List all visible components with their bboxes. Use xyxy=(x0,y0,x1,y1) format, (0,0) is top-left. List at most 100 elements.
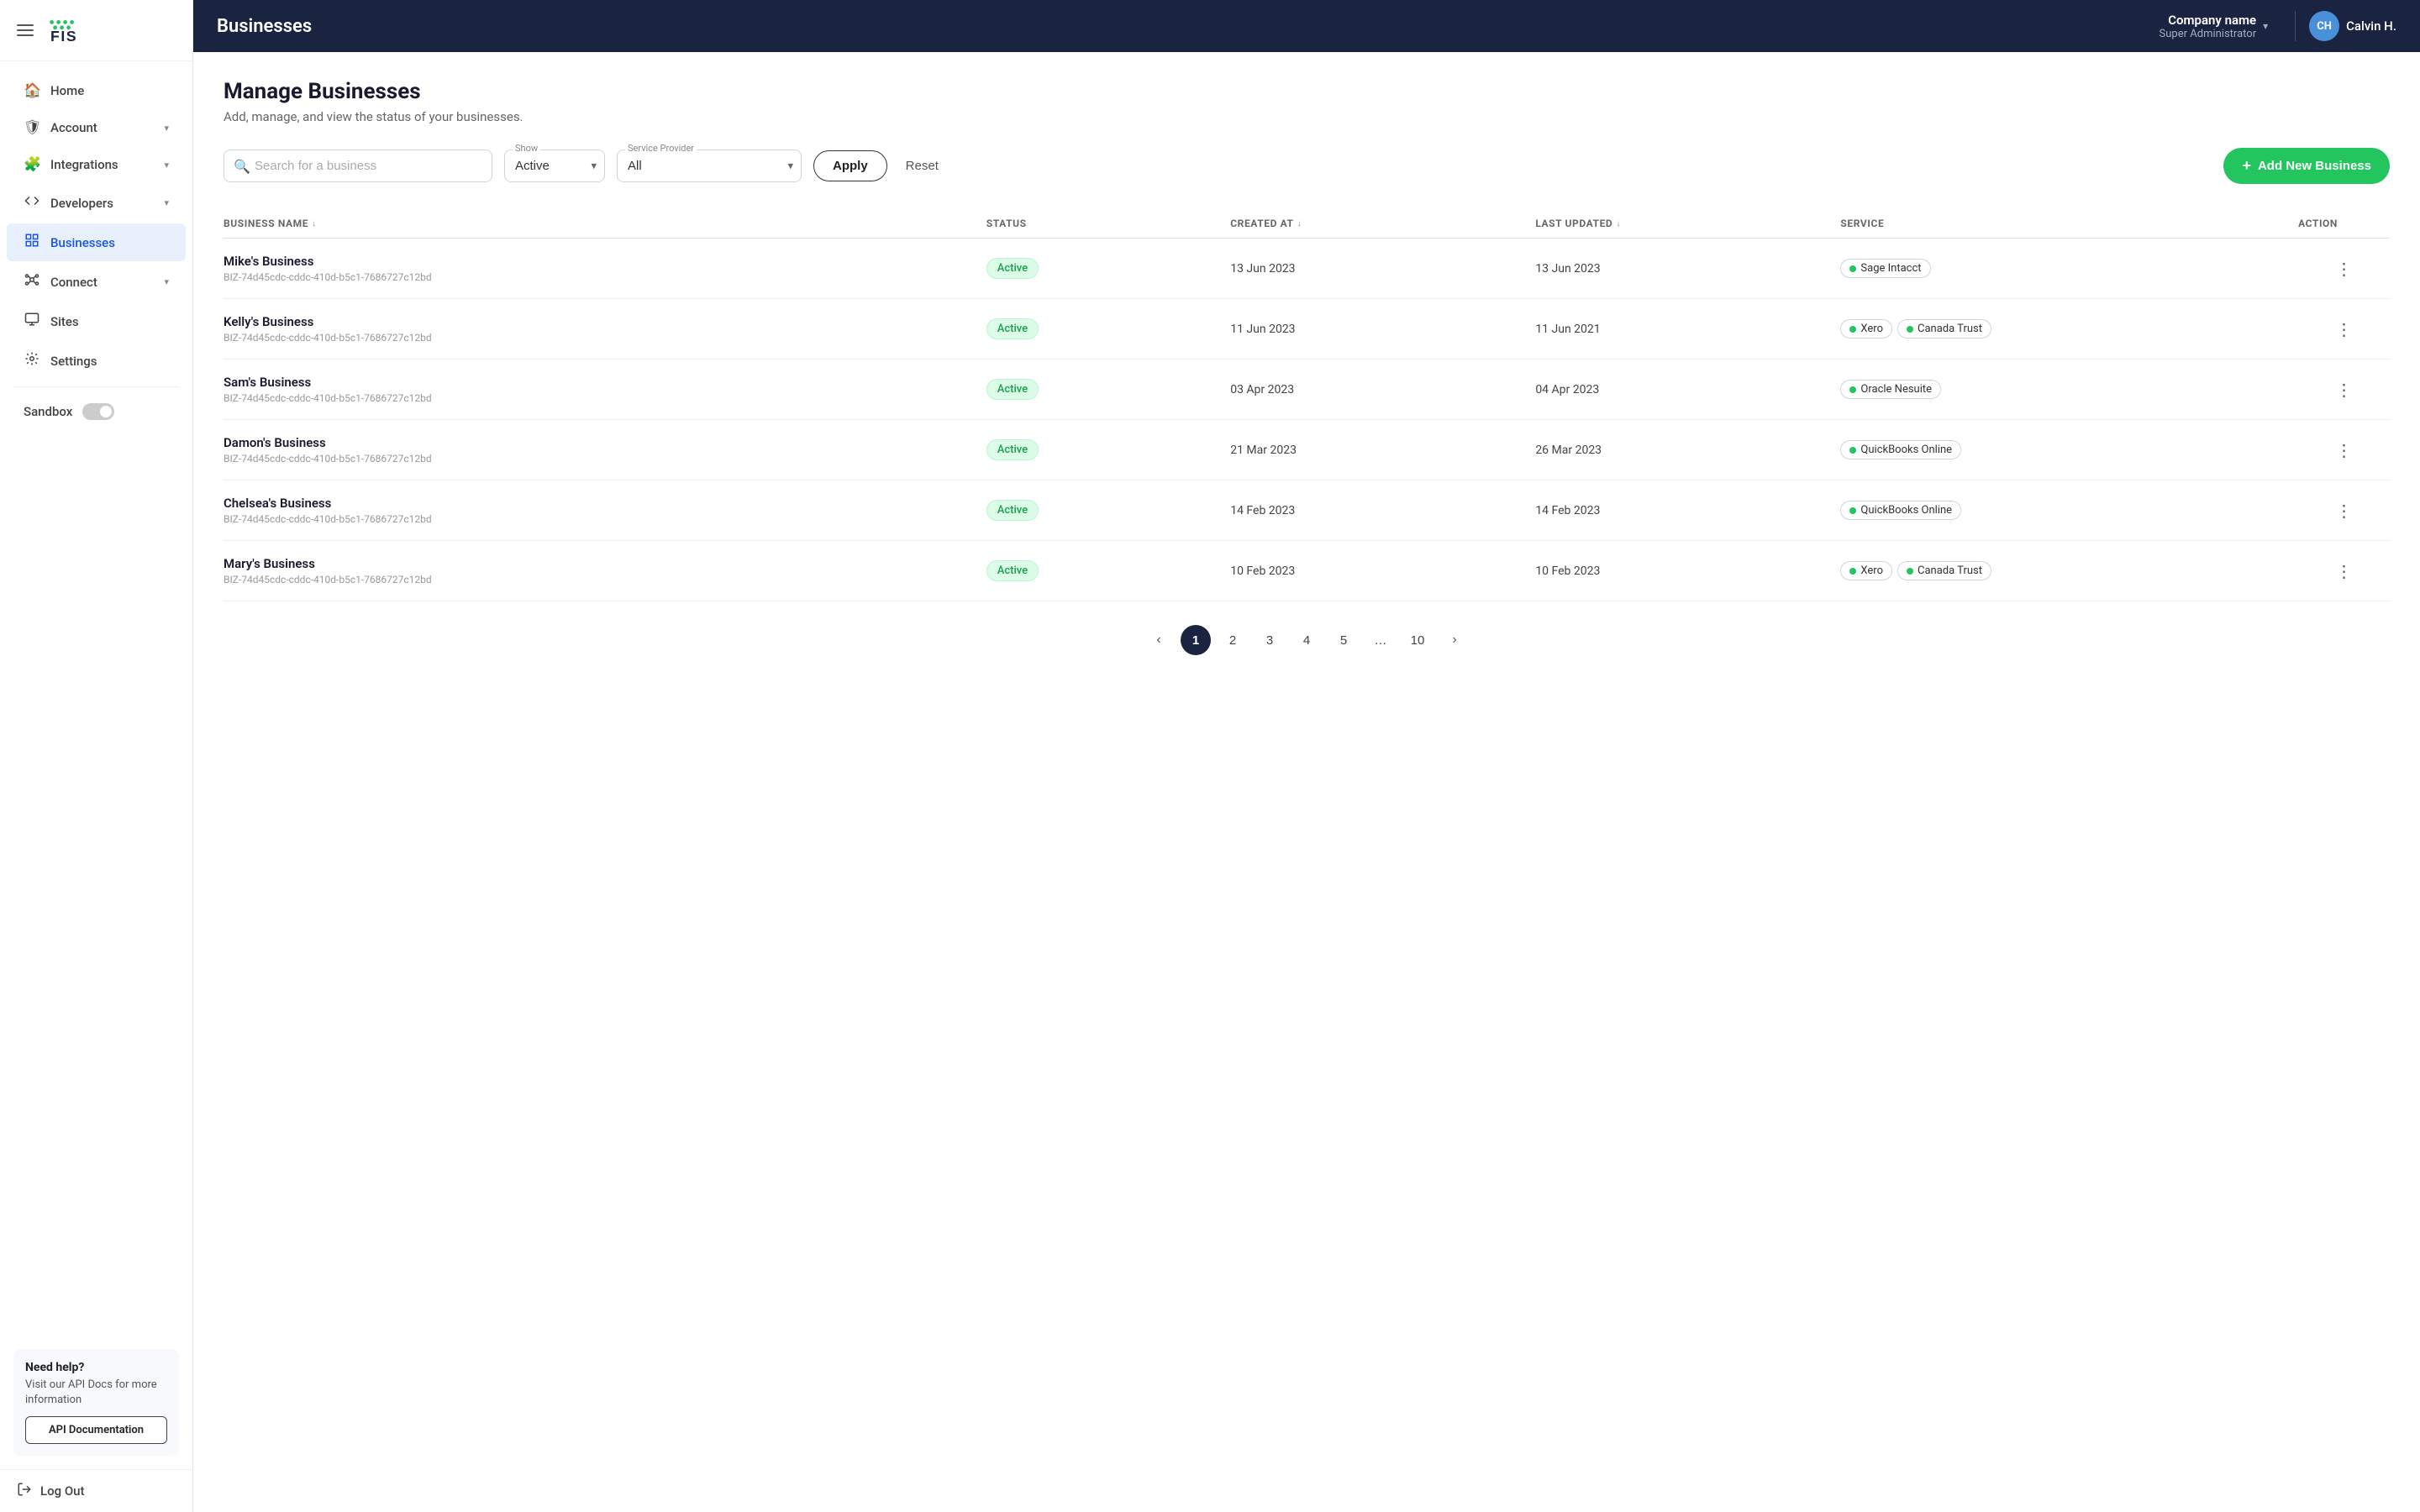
page-title: Manage Businesses xyxy=(224,79,2390,104)
sidebar-item-label: Home xyxy=(50,83,169,98)
shield-icon: 🛡 xyxy=(24,119,40,136)
action-menu-button[interactable]: ⋮ xyxy=(2298,440,2390,460)
biz-id: BIZ-74d45cdc-cddc-410d-b5c1-7686727c12bd xyxy=(224,513,986,525)
page-button-2[interactable]: 2 xyxy=(1218,625,1248,655)
main-area: Businesses Company name Super Administra… xyxy=(193,0,2420,1512)
company-info: Company name Super Administrator xyxy=(2160,13,2257,40)
page-button-1[interactable]: 1 xyxy=(1181,625,1211,655)
created-at-cell: 21 Mar 2023 xyxy=(1230,444,1535,457)
logout-label: Log Out xyxy=(40,1483,85,1499)
sidebar-item-sites[interactable]: Sites xyxy=(7,302,186,340)
sidebar-item-label: Integrations xyxy=(50,157,154,172)
next-page-button[interactable]: › xyxy=(1439,625,1470,655)
service-dot xyxy=(1907,568,1913,575)
sidebar-item-developers[interactable]: Developers ▾ xyxy=(7,184,186,222)
sidebar: FIS 🏠 Home 🛡 Account ▾ 🧩 Integrations ▾ … xyxy=(0,0,193,1512)
service-dot xyxy=(1849,265,1856,272)
businesses-table: BUSINESS NAME ↓ STATUS CREATED AT ↓ LAST… xyxy=(224,211,2390,601)
prev-page-button[interactable]: ‹ xyxy=(1144,625,1174,655)
action-menu-button[interactable]: ⋮ xyxy=(2298,501,2390,521)
last-updated-cell: 04 Apr 2023 xyxy=(1535,383,1840,396)
last-updated-cell: 10 Feb 2023 xyxy=(1535,564,1840,578)
last-updated-cell: 13 Jun 2023 xyxy=(1535,262,1840,276)
sidebar-item-account[interactable]: 🛡 Account ▾ xyxy=(7,110,186,145)
sandbox-label: Sandbox xyxy=(24,404,72,419)
hamburger-menu[interactable] xyxy=(17,24,34,36)
sidebar-item-label: Sites xyxy=(50,314,169,329)
status-badge: Active xyxy=(986,379,1039,400)
col-header-service: SERVICE xyxy=(1840,218,2298,229)
page-button-10[interactable]: 10 xyxy=(1402,625,1433,655)
filters-row: 🔍 Show Active Inactive All ▾ Service Pro… xyxy=(224,148,2390,184)
settings-icon xyxy=(24,351,40,370)
logout-button[interactable]: Log Out xyxy=(0,1469,192,1512)
sidebar-item-label: Settings xyxy=(50,354,169,369)
biz-id: BIZ-74d45cdc-cddc-410d-b5c1-7686727c12bd xyxy=(224,332,986,344)
sidebar-item-home[interactable]: 🏠 Home xyxy=(7,73,186,108)
col-header-status: STATUS xyxy=(986,218,1230,229)
created-at-cell: 14 Feb 2023 xyxy=(1230,504,1535,517)
service-provider-label: Service Provider xyxy=(625,143,697,154)
sidebar-item-connect[interactable]: Connect ▾ xyxy=(7,263,186,301)
topbar-title: Businesses xyxy=(217,16,2160,37)
page-button-4[interactable]: 4 xyxy=(1292,625,1322,655)
connect-icon xyxy=(24,272,40,291)
show-select[interactable]: Active Inactive All xyxy=(504,150,605,182)
page-button-ellipsis: … xyxy=(1365,625,1396,655)
add-btn-label: Add New Business xyxy=(2258,159,2371,173)
nav-items: 🏠 Home 🛡 Account ▾ 🧩 Integrations ▾ Deve… xyxy=(0,61,192,1336)
biz-name-cell: Mary's Business BIZ-74d45cdc-cddc-410d-b… xyxy=(224,556,986,585)
service-provider-select[interactable]: All Xero QuickBooks Online Sage Intacct … xyxy=(617,150,802,182)
search-wrap: 🔍 xyxy=(224,150,492,182)
table-row: Sam's Business BIZ-74d45cdc-cddc-410d-b5… xyxy=(224,360,2390,420)
apply-button[interactable]: Apply xyxy=(813,150,887,181)
user-name: Calvin H. xyxy=(2346,18,2396,34)
chevron-down-icon: ▾ xyxy=(164,123,169,134)
action-menu-button[interactable]: ⋮ xyxy=(2298,319,2390,339)
code-icon xyxy=(24,193,40,213)
sort-icon-name: ↓ xyxy=(312,219,317,228)
services-cell: Oracle Nesuite xyxy=(1840,380,2298,399)
sidebar-item-integrations[interactable]: 🧩 Integrations ▾ xyxy=(7,147,186,182)
sidebar-item-settings[interactable]: Settings xyxy=(7,342,186,380)
page-button-3[interactable]: 3 xyxy=(1255,625,1285,655)
table-row: Damon's Business BIZ-74d45cdc-cddc-410d-… xyxy=(224,420,2390,480)
biz-name: Damon's Business xyxy=(224,435,986,450)
sidebar-item-label: Businesses xyxy=(50,235,169,250)
action-menu-button[interactable]: ⋮ xyxy=(2298,259,2390,279)
services-cell: Sage Intacct xyxy=(1840,259,2298,278)
sandbox-toggle[interactable] xyxy=(82,403,114,420)
biz-name-cell: Mike's Business BIZ-74d45cdc-cddc-410d-b… xyxy=(224,254,986,283)
status-cell: Active xyxy=(986,500,1230,521)
fis-logo: FIS xyxy=(44,15,111,45)
search-input[interactable] xyxy=(224,150,492,182)
help-title: Need help? xyxy=(25,1361,167,1374)
api-doc-button[interactable]: API Documentation xyxy=(25,1416,167,1444)
service-tag: Sage Intacct xyxy=(1840,259,1930,278)
biz-id: BIZ-74d45cdc-cddc-410d-b5c1-7686727c12bd xyxy=(224,392,986,404)
created-at-cell: 10 Feb 2023 xyxy=(1230,564,1535,578)
add-new-business-button[interactable]: + Add New Business xyxy=(2223,148,2390,184)
puzzle-icon: 🧩 xyxy=(24,156,40,173)
action-menu-button[interactable]: ⋮ xyxy=(2298,561,2390,581)
biz-name: Chelsea's Business xyxy=(224,496,986,511)
topbar-divider xyxy=(2295,11,2296,41)
logout-icon xyxy=(17,1482,32,1500)
table-row: Mary's Business BIZ-74d45cdc-cddc-410d-b… xyxy=(224,541,2390,601)
page-button-5[interactable]: 5 xyxy=(1328,625,1359,655)
col-header-name[interactable]: BUSINESS NAME ↓ xyxy=(224,218,986,229)
status-cell: Active xyxy=(986,379,1230,400)
page-subtitle: Add, manage, and view the status of your… xyxy=(224,109,2390,124)
avatar: CH xyxy=(2309,11,2339,41)
col-header-action: ACTION xyxy=(2298,218,2390,229)
company-dropdown-arrow[interactable]: ▾ xyxy=(2263,20,2268,32)
service-tag: Canada Trust xyxy=(1897,561,1991,580)
sidebar-item-businesses[interactable]: Businesses xyxy=(7,223,186,261)
col-header-updated[interactable]: LAST UPDATED ↓ xyxy=(1535,218,1840,229)
service-tag: Oracle Nesuite xyxy=(1840,380,1941,399)
services-cell: QuickBooks Online xyxy=(1840,501,2298,520)
biz-name-cell: Sam's Business BIZ-74d45cdc-cddc-410d-b5… xyxy=(224,375,986,404)
reset-button[interactable]: Reset xyxy=(899,151,945,181)
col-header-created[interactable]: CREATED AT ↓ xyxy=(1230,218,1535,229)
action-menu-button[interactable]: ⋮ xyxy=(2298,380,2390,400)
